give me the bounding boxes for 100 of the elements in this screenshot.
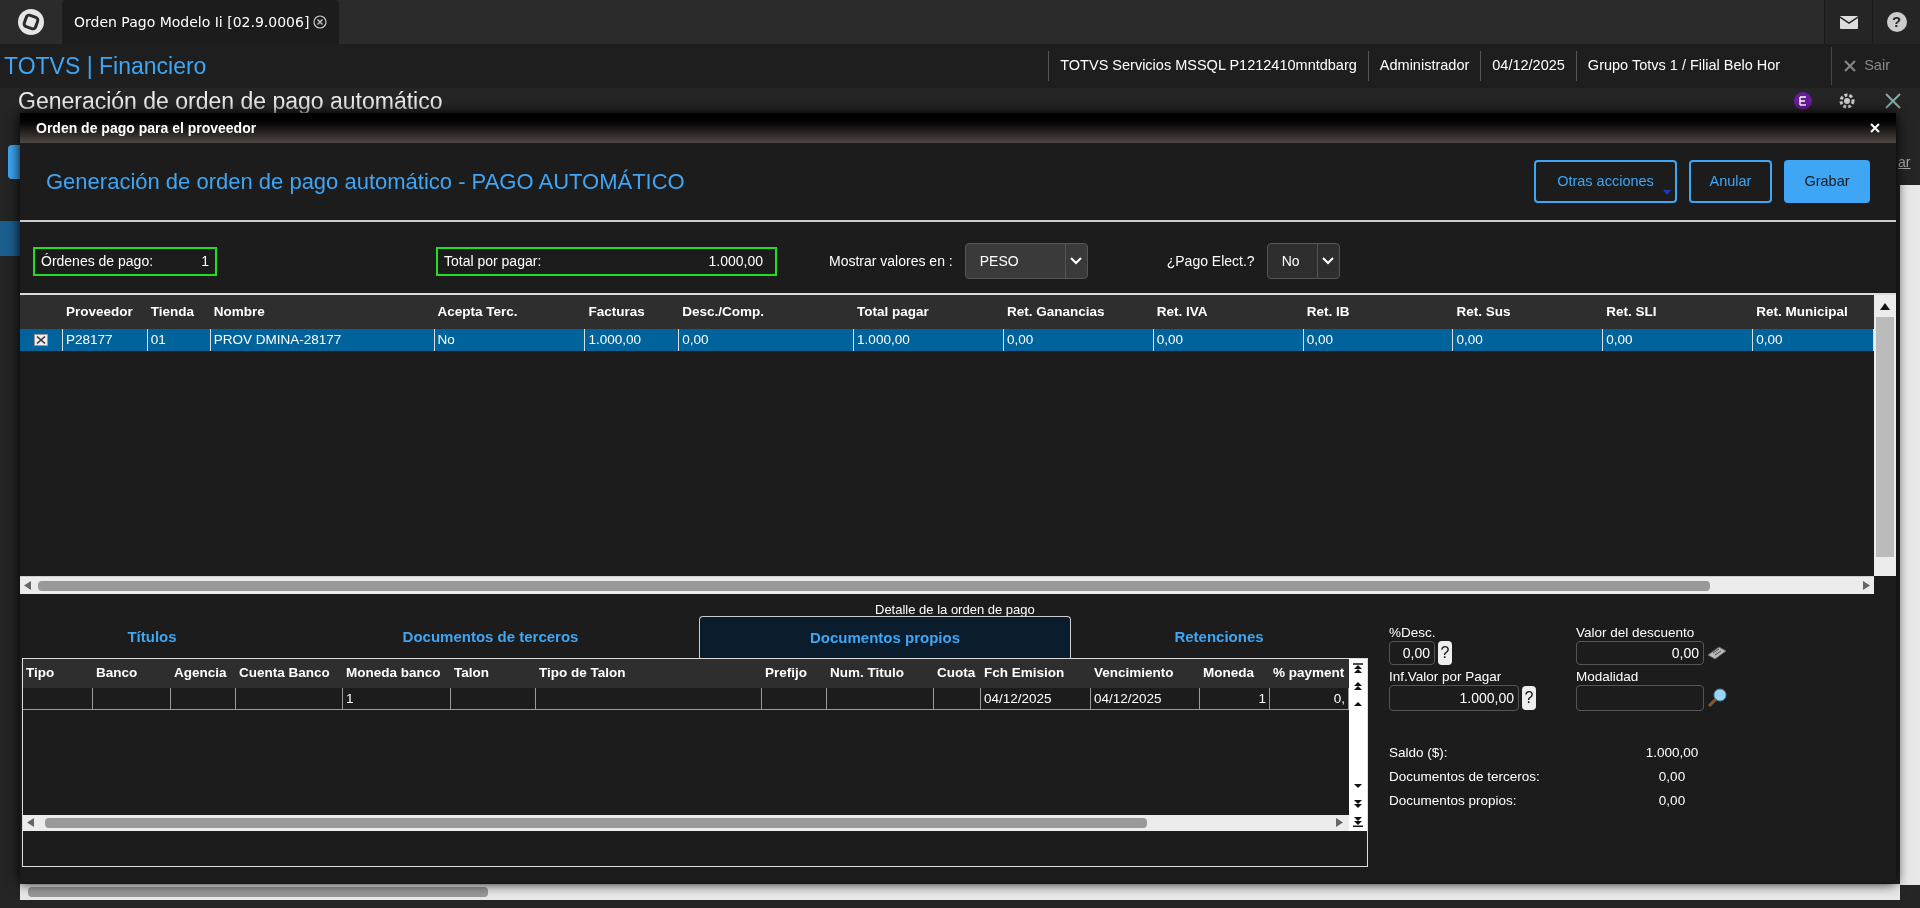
dialog-title: Orden de pago para el proveedor (36, 118, 257, 138)
scroll-last-icon[interactable] (1353, 817, 1363, 827)
column-header: Tipo de Talon (538, 664, 627, 683)
help-button[interactable]: ? (1522, 686, 1536, 710)
input-field[interactable]: 1.000,00 (1389, 685, 1519, 711)
scrollbar[interactable] (1349, 659, 1367, 831)
help-button[interactable]: ? (1438, 641, 1452, 665)
scrollbar[interactable] (20, 576, 1874, 594)
scroll-first-icon[interactable] (1353, 663, 1363, 673)
scroll-page-up-icon[interactable] (1353, 681, 1363, 691)
page-link[interactable]: ar (1898, 152, 1911, 173)
exit-button[interactable]: Sair (1831, 47, 1902, 85)
checkbox[interactable] (33, 334, 48, 346)
scrollbar[interactable] (23, 815, 1349, 831)
tab[interactable]: Documentos de terceros (282, 616, 699, 659)
select-field[interactable]: PESO (964, 243, 1088, 279)
header-info: 04/12/2025 (1480, 51, 1576, 81)
scrollbar-thumb[interactable] (28, 887, 488, 897)
action-button[interactable]: Anular (1689, 160, 1772, 203)
table-cell: 0,00 (1303, 329, 1454, 351)
table-cell (762, 688, 827, 710)
caret-icon (1663, 190, 1671, 195)
table-cell: 0,00 (679, 329, 855, 351)
header-info: TOTVS Servicios MSSQL P1212410mntdbarg (1048, 51, 1368, 81)
column-header: Ret. IVA (1155, 302, 1209, 321)
tab[interactable]: Retenciones (1071, 616, 1367, 659)
column-header: Agencia (173, 664, 228, 683)
table-row[interactable]: P28177 01 PROV DMINA-28177 No 1.000,00 0,00 1.000,00 0,00 0,00 0,00 0,00 0,00 0,00 (20, 329, 1874, 351)
badge-icon (1794, 92, 1812, 110)
column-header: Cuenta Banco (238, 664, 331, 683)
total-value: 0,00 (1657, 792, 1687, 810)
close-icon[interactable] (1885, 93, 1901, 109)
column-header: Ret. Sus (1455, 302, 1512, 321)
column-header: Total pagar (856, 302, 930, 321)
scrollbar-thumb[interactable] (45, 818, 1147, 828)
total-label: Documentos de terceros: (1389, 768, 1541, 786)
field-label: %Desc. (1389, 625, 1437, 641)
scrollbar[interactable] (1874, 295, 1896, 576)
column-header: Moneda banco (345, 664, 442, 683)
chevron-down-icon (1070, 257, 1083, 265)
scrollbar[interactable] (20, 884, 1900, 900)
table-cell: 1 (1200, 688, 1270, 710)
field-value: 1 (201, 251, 209, 271)
column-header: Ret. IB (1305, 302, 1351, 321)
table-cell: P28177 (62, 329, 148, 351)
column-header: Banco (95, 664, 139, 683)
column-header: Acepta Terc. (436, 302, 519, 321)
page-title: Generación de orden de pago automático (18, 88, 443, 114)
scroll-up-icon[interactable] (1353, 699, 1363, 709)
field-label: Total por pagar: (444, 251, 542, 271)
tab[interactable]: Documentos propios (699, 616, 1071, 659)
scroll-left-icon[interactable] (24, 581, 31, 590)
background-button[interactable] (8, 145, 20, 179)
column-header: Fch Emision (983, 664, 1066, 683)
scroll-up-icon[interactable] (1880, 303, 1890, 310)
input-field[interactable]: 0,00 (1576, 641, 1704, 665)
column-header: Talon (453, 664, 490, 683)
scrollbar[interactable] (1900, 185, 1920, 885)
scroll-right-icon[interactable] (1863, 581, 1870, 590)
column-header: Ret. Ganancias (1005, 302, 1106, 321)
column-header: Proveedor (64, 302, 134, 321)
tab-title: Orden Pago Modelo Ii [02.9.0006] (74, 12, 310, 32)
app-tab[interactable]: Orden Pago Modelo Ii [02.9.0006] (62, 0, 340, 44)
table-cell: 1 (343, 688, 451, 710)
table-cell: 04/12/2025 (981, 688, 1091, 710)
help-button[interactable]: ? (1872, 0, 1920, 44)
table-cell (171, 688, 236, 710)
table-cell: 1.000,00 (854, 329, 1004, 351)
column-header: Tienda (149, 302, 196, 321)
logo-icon (17, 8, 45, 36)
settings-icon[interactable] (1838, 92, 1856, 110)
tab[interactable]: Títulos (22, 616, 282, 659)
table-cell: 0,00 (1003, 329, 1154, 351)
column-header: Num. Titulo (829, 664, 905, 683)
calculator-icon[interactable] (1707, 646, 1727, 660)
action-button[interactable]: Grabar (1784, 160, 1870, 203)
column-header: Tipo (25, 664, 56, 683)
input-field[interactable] (1576, 685, 1704, 711)
close-icon[interactable] (313, 15, 328, 29)
action-button[interactable]: Otras acciones (1534, 160, 1677, 203)
scrollbar-thumb[interactable] (1876, 317, 1894, 557)
select-field[interactable]: No (1266, 243, 1340, 279)
scrollbar-thumb[interactable] (38, 581, 1710, 591)
scroll-left-icon[interactable] (27, 818, 34, 827)
scroll-down-icon[interactable] (1353, 781, 1363, 791)
table-cell: 0,00 (1453, 329, 1604, 351)
mail-button[interactable] (1824, 0, 1872, 44)
header-info: Administrador (1367, 51, 1481, 81)
app-brand: TOTVS | Financiero (3, 51, 207, 81)
mail-icon (1839, 15, 1858, 29)
search-icon[interactable] (1707, 688, 1727, 708)
column-header: Facturas (587, 302, 646, 321)
column-header: Cuota (936, 664, 977, 683)
dialog-heading: Generación de orden de pago automático - PAGO AUTOMÁTICO (46, 168, 686, 196)
input-field[interactable]: 0,00 (1389, 641, 1435, 665)
scroll-page-down-icon[interactable] (1353, 799, 1363, 809)
scroll-right-icon[interactable] (1336, 818, 1343, 827)
field-label: ¿Pago Elect.? (1166, 251, 1255, 271)
field-label: Inf.Valor por Pagar (1389, 669, 1503, 685)
field-label: Valor del descuento (1576, 625, 1696, 641)
